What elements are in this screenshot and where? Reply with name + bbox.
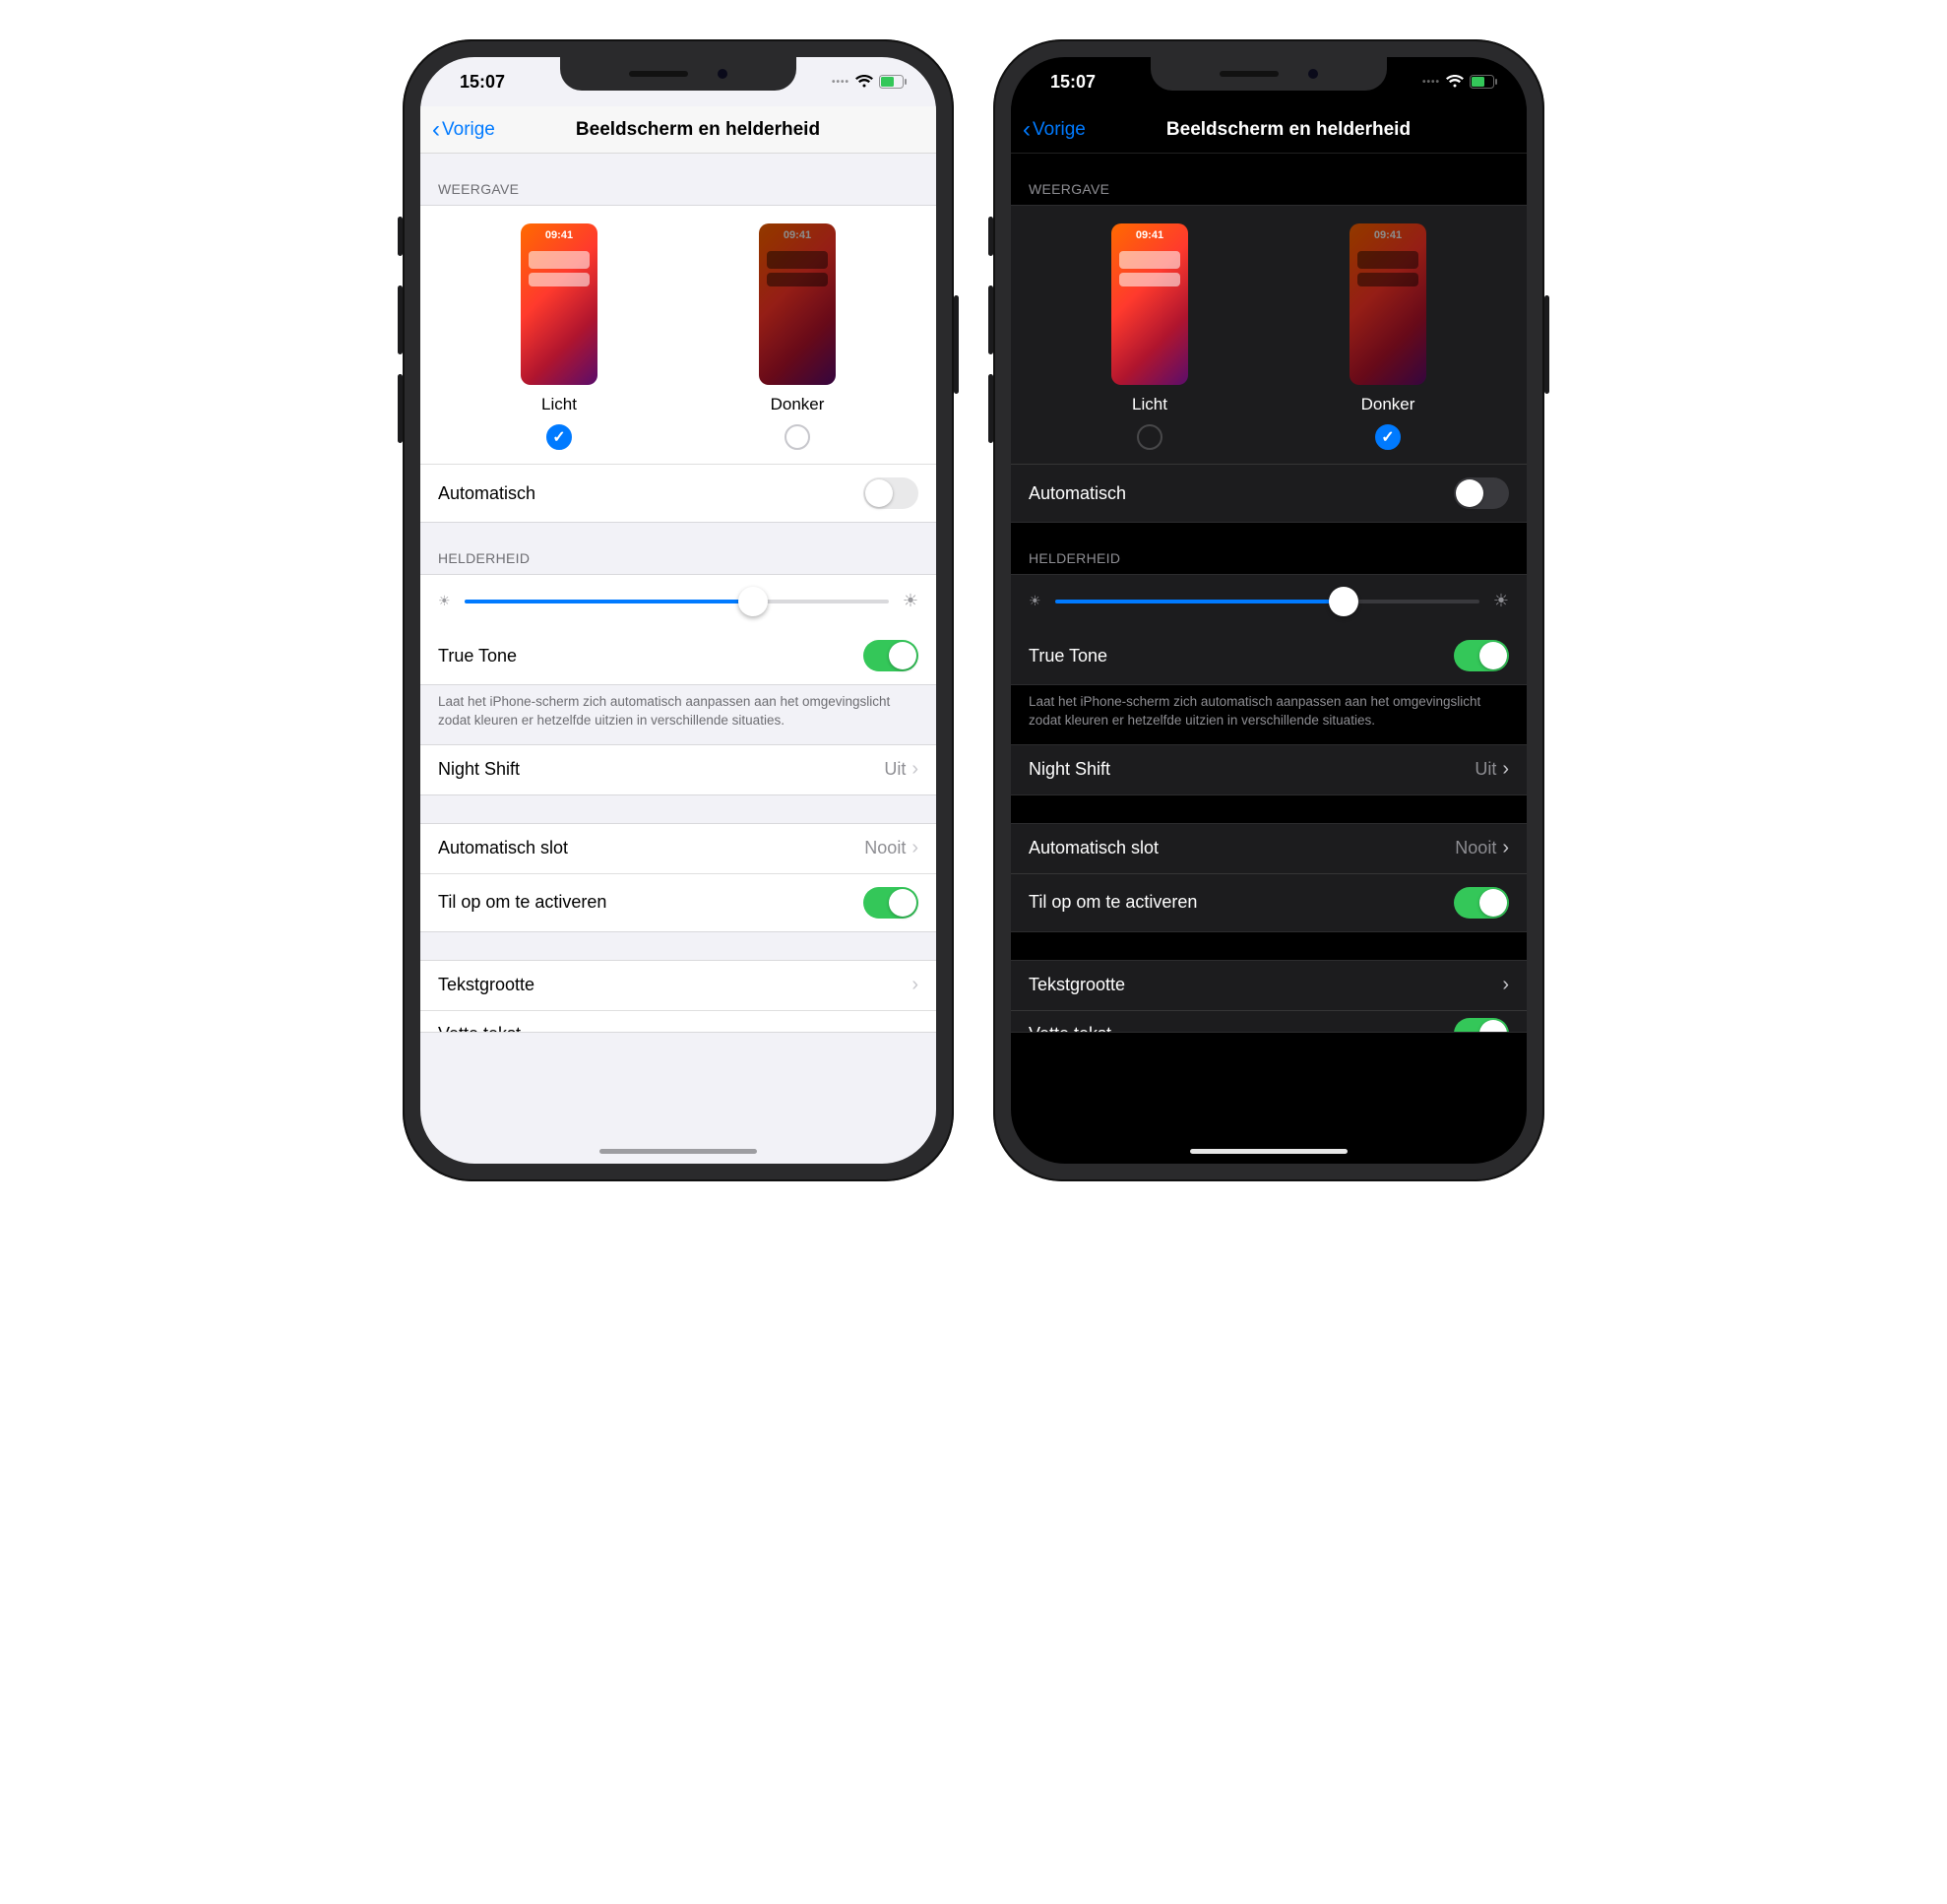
appearance-light-label: Licht [541,395,577,414]
row-textsize[interactable]: Tekstgrootte › [420,961,936,1010]
chevron-right-icon: › [911,837,918,859]
raise-label: Til op om te activeren [438,892,606,913]
back-label: Vorige [1033,119,1086,141]
truetone-footer-note: Laat het iPhone-scherm zich automatisch … [420,685,936,744]
section-header-brightness: HELDERHEID [420,523,936,574]
row-autolock[interactable]: Automatisch slot Nooit › [1011,824,1527,873]
wifi-icon [855,75,873,89]
row-raise[interactable]: Til op om te activeren [420,873,936,931]
section-header-appearance: WEERGAVE [1011,154,1527,205]
radio-dark-checked[interactable] [1375,424,1401,450]
row-truetone[interactable]: True Tone [1011,627,1527,684]
phone-light: 15:07 •••• ‹ Vorige Beeldscherm en helde… [403,39,954,1181]
raise-label: Til op om te activeren [1029,892,1197,913]
automatic-label: Automatisch [1029,483,1126,504]
nightshift-value: Uit [884,759,906,780]
toggle-raise[interactable] [863,887,918,919]
autolock-value: Nooit [864,838,906,858]
row-boldtext-partial[interactable]: Vette tekst [420,1010,936,1032]
row-automatic[interactable]: Automatisch [420,464,936,522]
chevron-right-icon: › [911,974,918,996]
autolock-value: Nooit [1455,838,1496,858]
textsize-label: Tekstgrootte [1029,975,1125,995]
brightness-slider-row: ☀︎ ☀︎ [1011,575,1527,627]
autolock-label: Automatisch slot [1029,838,1159,858]
nav-bar: ‹ Vorige Beeldscherm en helderheid [1011,106,1527,154]
chevron-right-icon: › [1502,974,1509,996]
appearance-option-light[interactable]: 09:41 Licht [521,223,597,450]
row-boldtext-partial[interactable]: Vette tekst [1011,1010,1527,1032]
row-nightshift[interactable]: Night Shift Uit › [1011,745,1527,794]
cell-signal-icon: •••• [1422,77,1440,88]
preview-light: 09:41 [521,223,597,385]
radio-light-checked[interactable] [546,424,572,450]
preview-dark: 09:41 [1350,223,1426,385]
nightshift-value: Uit [1475,759,1496,780]
row-autolock[interactable]: Automatisch slot Nooit› [420,824,936,873]
row-raise[interactable]: Til op om te activeren [1011,873,1527,931]
sun-small-icon: ☀︎ [438,593,451,609]
truetone-label: True Tone [1029,646,1107,666]
nav-bar: ‹ Vorige Beeldscherm en helderheid [420,106,936,154]
appearance-option-dark[interactable]: 09:41 Donker [759,223,836,450]
notch [560,57,796,91]
page-title: Beeldscherm en helderheid [576,119,820,141]
chevron-right-icon: › [911,758,918,781]
truetone-label: True Tone [438,646,517,666]
slider-thumb[interactable] [1329,587,1358,616]
autolock-label: Automatisch slot [438,838,568,858]
back-button[interactable]: ‹ Vorige [432,118,495,142]
appearance-option-light[interactable]: 09:41 Licht [1111,223,1188,450]
battery-icon [879,75,907,89]
toggle-automatic[interactable] [863,477,918,509]
sun-small-icon: ☀︎ [1029,593,1041,609]
appearance-dark-label: Donker [771,395,825,414]
nightshift-label: Night Shift [1029,759,1110,780]
sun-large-icon: ☀︎ [1493,591,1509,611]
brightness-slider-row: ☀︎ ☀︎ [420,575,936,627]
appearance-option-dark[interactable]: 09:41 Donker [1350,223,1426,450]
nightshift-label: Night Shift [438,759,520,780]
row-automatic[interactable]: Automatisch [1011,464,1527,522]
back-button[interactable]: ‹ Vorige [1023,118,1086,142]
slider-thumb[interactable] [738,587,768,616]
chevron-right-icon: › [1502,837,1509,859]
truetone-footer-note: Laat het iPhone-scherm zich automatisch … [1011,685,1527,744]
sun-large-icon: ☀︎ [903,591,918,611]
status-time: 15:07 [460,72,505,93]
brightness-slider[interactable] [1055,600,1479,603]
page-title: Beeldscherm en helderheid [1166,119,1411,141]
chevron-left-icon: ‹ [432,118,440,142]
chevron-right-icon: › [1502,758,1509,781]
phone-dark: 15:07 •••• ‹ Vorige Beeldscherm en helde… [993,39,1544,1181]
notch [1151,57,1387,91]
home-indicator[interactable] [1190,1149,1348,1154]
appearance-light-label: Licht [1132,395,1167,414]
preview-dark: 09:41 [759,223,836,385]
back-label: Vorige [442,119,495,141]
toggle-boldtext-partial[interactable] [1454,1018,1509,1032]
appearance-dark-label: Donker [1361,395,1415,414]
cell-signal-icon: •••• [832,77,849,88]
status-time: 15:07 [1050,72,1096,93]
row-truetone[interactable]: True Tone [420,627,936,684]
brightness-slider[interactable] [465,600,889,603]
toggle-truetone[interactable] [1454,640,1509,671]
home-indicator[interactable] [599,1149,757,1154]
radio-dark[interactable] [785,424,810,450]
row-nightshift[interactable]: Night Shift Uit› [420,745,936,794]
chevron-left-icon: ‹ [1023,118,1031,142]
toggle-truetone[interactable] [863,640,918,671]
row-textsize[interactable]: Tekstgrootte › [1011,961,1527,1010]
section-header-appearance: WEERGAVE [420,154,936,205]
section-header-brightness: HELDERHEID [1011,523,1527,574]
toggle-automatic[interactable] [1454,477,1509,509]
textsize-label: Tekstgrootte [438,975,534,995]
battery-icon [1470,75,1497,89]
toggle-raise[interactable] [1454,887,1509,919]
preview-light: 09:41 [1111,223,1188,385]
automatic-label: Automatisch [438,483,535,504]
wifi-icon [1446,75,1464,89]
radio-light[interactable] [1137,424,1162,450]
